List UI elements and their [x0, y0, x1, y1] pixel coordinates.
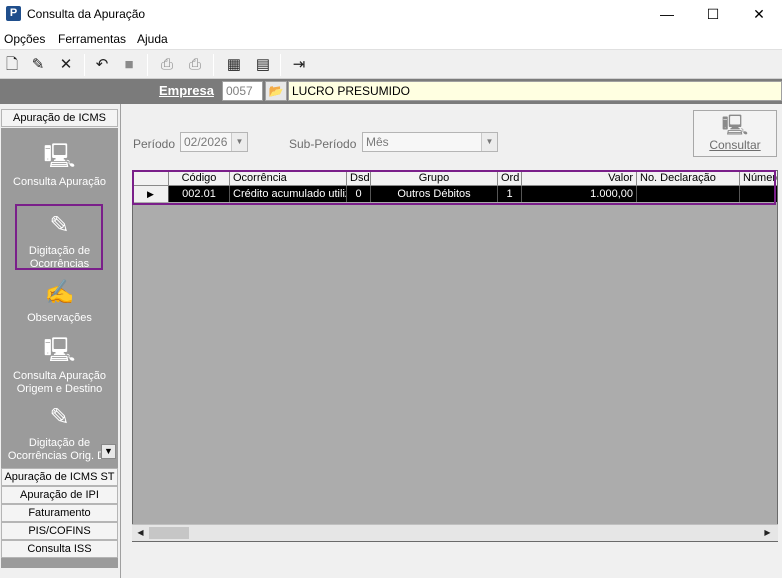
menu-bar: Opções Ferramentas Ajuda [0, 30, 782, 49]
toolbar-separator [213, 54, 214, 76]
selection-highlight [15, 204, 103, 270]
writing-hand-icon: ✍ [44, 279, 75, 306]
section-pis-cofins[interactable]: PIS/COFINS [1, 522, 118, 540]
undo-icon[interactable]: ↶ [90, 53, 114, 77]
scroll-thumb[interactable] [149, 527, 189, 539]
empresa-code-field[interactable]: 0057 [222, 81, 263, 101]
sidebar-item-label: Consulta Apuração [13, 176, 106, 188]
main-content: Período 02/2026 ▼ Sub-Período Mês ▼ 🖳 Co… [122, 104, 782, 578]
periodo-value: 02/2026 [184, 135, 228, 149]
subperiodo-value: Mês [366, 135, 389, 149]
app-logo-icon: P [6, 6, 21, 21]
sidebar-item-label: Digitação de Ocorrências Orig. De [7, 437, 112, 462]
grid-header-codigo[interactable]: Código [169, 171, 230, 186]
sidebar-item-consulta-origem-destino[interactable]: 🖳 Consulta Apuração Origem e Destino [1, 336, 118, 396]
grid-horizontal-scrollbar[interactable]: ◀ ▶ [132, 524, 778, 541]
menu-opcoes[interactable]: Opções [4, 32, 45, 46]
empresa-bar: Empresa 0057 📂 LUCRO PRESUMIDO [0, 79, 782, 104]
section-apuracao-ipi[interactable]: Apuração de IPI [1, 486, 118, 504]
cell-ord[interactable]: 1 [498, 186, 522, 202]
toolbar-separator [84, 54, 85, 76]
section-apuracao-icms[interactable]: Apuração de ICMS [1, 109, 118, 127]
subperiodo-select[interactable]: Mês ▼ [362, 132, 498, 152]
grid-header: Código Ocorrência Dsd Grupo Ord Valor No… [133, 171, 777, 186]
grid-header-indicator [133, 171, 169, 186]
menu-ferramentas[interactable]: Ferramentas [58, 32, 126, 46]
print-preview-icon[interactable]: ⎙ [183, 53, 207, 77]
sidebar: Apuração de ICMS 🖳 Consulta Apuração ✎ D… [0, 104, 121, 578]
scroll-right-icon[interactable]: ▶ [760, 526, 775, 540]
periodo-select[interactable]: 02/2026 ▼ [180, 132, 248, 152]
grid-header-dsd[interactable]: Dsd [347, 171, 371, 186]
sidebar-item-label: Observações [27, 312, 92, 324]
grid-header-valor[interactable]: Valor [522, 171, 637, 186]
maximize-button[interactable]: ☐ [690, 0, 736, 30]
sidebar-item-consulta-apuracao[interactable]: 🖳 Consulta Apuração [1, 142, 118, 189]
cell-numero[interactable] [740, 186, 777, 202]
grid-header-numero[interactable]: Número [740, 171, 777, 186]
section-apuracao-icms-st[interactable]: Apuração de ICMS ST [1, 468, 118, 486]
section-consulta-iss[interactable]: Consulta ISS [1, 540, 118, 558]
periodo-label: Período [133, 137, 176, 151]
folder-open-icon[interactable]: 📂 [265, 81, 287, 101]
toolbar: 🗋 ✎ ✕ ↶ ■ ⎙ ⎙ ▦ ▤ ⇥ [0, 49, 782, 79]
exit-door-icon[interactable]: ⇥ [287, 53, 311, 77]
close-button[interactable]: ✕ [736, 0, 782, 30]
subperiodo-label: Sub-Período [289, 137, 357, 151]
toolbar-separator [280, 54, 281, 76]
print-icon[interactable]: ⎙ [155, 53, 179, 77]
sidebar-scroll-down-icon[interactable]: ▼ [101, 444, 116, 459]
consultar-label: Consultar [709, 138, 761, 152]
section-faturamento[interactable]: Faturamento [1, 504, 118, 522]
cell-codigo[interactable]: 002.01 [169, 186, 230, 202]
computer-search-icon: 🖳 [721, 115, 749, 137]
empresa-name-field: LUCRO PRESUMIDO [288, 81, 782, 101]
notepad-difal-icon: ✎ [49, 404, 70, 431]
menu-ajuda[interactable]: Ajuda [137, 32, 168, 46]
chevron-down-icon: ▼ [231, 133, 247, 151]
toolbar-separator [147, 54, 148, 76]
row-indicator-icon: ▶ [133, 186, 169, 202]
scroll-left-icon[interactable]: ◀ [133, 526, 148, 540]
new-document-icon[interactable]: 🗋 [0, 53, 24, 77]
stop-icon[interactable]: ■ [117, 53, 141, 77]
cell-declaracao[interactable] [637, 186, 740, 202]
grid-header-declaracao[interactable]: No. Declaração [637, 171, 740, 186]
consultar-button[interactable]: 🖳 Consultar [693, 110, 777, 157]
chevron-down-icon: ▼ [481, 133, 497, 151]
grid-header-grupo[interactable]: Grupo [371, 171, 498, 186]
computer-search-icon: 🖳 [43, 143, 76, 170]
empresa-label: Empresa [159, 83, 214, 98]
computer-difal-icon: 🖳 [43, 337, 76, 364]
difal-icon[interactable]: ▤ [251, 53, 275, 77]
window-title: Consulta da Apuração [27, 7, 146, 21]
grid-header-ocorrencia[interactable]: Ocorrência [230, 171, 347, 186]
grid-header-ord[interactable]: Ord [498, 171, 522, 186]
calculator-icon[interactable]: ▦ [222, 53, 246, 77]
cell-ocorrencia[interactable]: Crédito acumulado utiliz [230, 186, 347, 202]
delete-icon[interactable]: ✕ [54, 53, 78, 77]
cell-dsd[interactable]: 0 [347, 186, 371, 202]
title-bar: P Consulta da Apuração — ☐ ✕ [0, 0, 782, 30]
table-row[interactable]: ▶ 002.01 Crédito acumulado utiliz 0 Outr… [133, 186, 777, 202]
edit-document-icon[interactable]: ✎ [26, 53, 50, 77]
ocorrencias-grid: Código Ocorrência Dsd Grupo Ord Valor No… [132, 170, 778, 542]
cell-valor[interactable]: 1.000,00 [522, 186, 637, 202]
sidebar-item-observacoes[interactable]: ✍ Observações [1, 278, 118, 325]
sidebar-item-label: Consulta Apuração Origem e Destino [13, 370, 106, 395]
cell-grupo[interactable]: Outros Débitos [371, 186, 498, 202]
minimize-button[interactable]: — [644, 0, 690, 30]
